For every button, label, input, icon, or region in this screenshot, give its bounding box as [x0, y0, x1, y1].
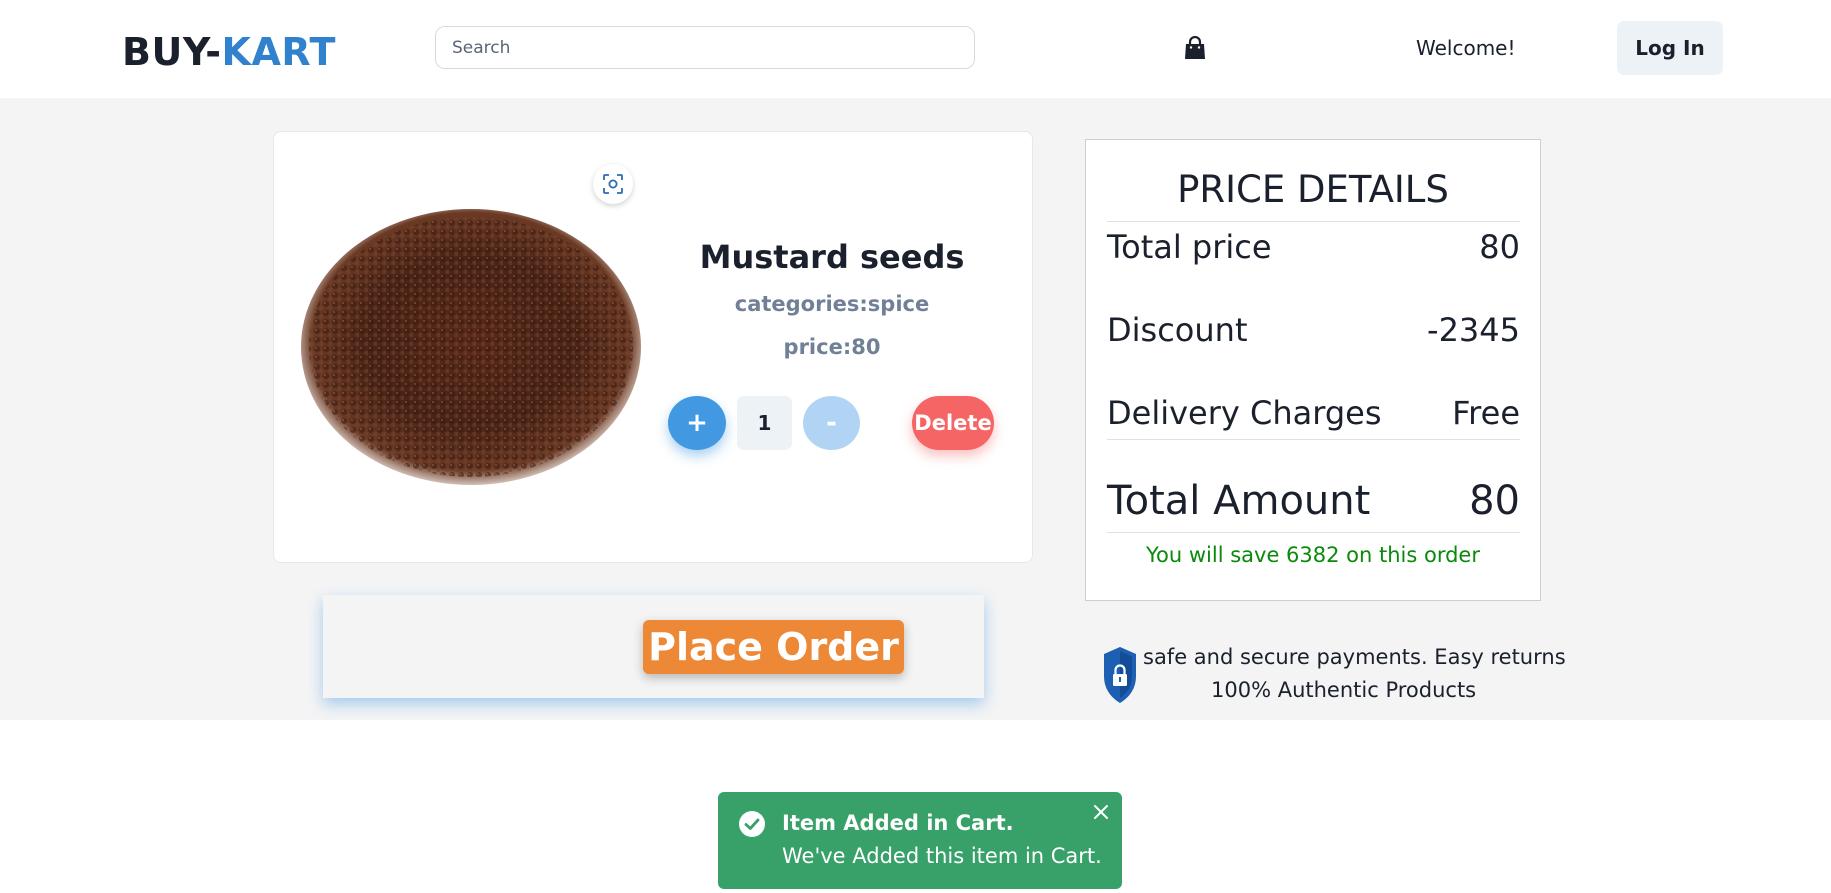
price-details-title: PRICE DETAILS — [1177, 168, 1449, 211]
delete-item-button[interactable]: Delete — [912, 396, 994, 450]
delivery-charges-label: Delivery Charges — [1107, 394, 1382, 432]
logo-kart: KART — [221, 30, 336, 74]
shield-lock-icon — [1104, 647, 1136, 703]
toast-notification — [718, 792, 1122, 889]
savings-message: You will save 6382 on this order — [1145, 543, 1480, 567]
product-price: price:80 — [783, 335, 881, 359]
place-order-button[interactable]: Place Order — [643, 620, 904, 674]
welcome-text: Welcome! — [1416, 36, 1516, 60]
discount-label: Discount — [1107, 311, 1248, 349]
image-scan-button[interactable] — [593, 164, 633, 204]
divider — [1107, 439, 1520, 440]
product-image — [301, 209, 641, 485]
search-input[interactable] — [435, 26, 975, 69]
decrease-quantity-button[interactable]: - — [803, 396, 860, 450]
delivery-charges-value: Free — [1452, 394, 1520, 432]
shopping-bag-icon[interactable] — [1184, 36, 1206, 60]
top-navbar: BUY-KART Welcome! Log In — [0, 0, 1831, 98]
total-price-label: Total price — [1107, 228, 1272, 266]
total-amount-value: 80 — [1469, 478, 1520, 524]
product-category: categories:spice — [734, 292, 930, 316]
secure-payments-text: safe and secure payments. Easy returns — [1143, 645, 1566, 669]
total-amount-label: Total Amount — [1107, 478, 1371, 524]
check-circle-icon — [739, 811, 765, 837]
logo-buy: BUY- — [122, 30, 222, 74]
close-icon[interactable] — [1093, 804, 1109, 820]
divider — [1107, 532, 1520, 533]
discount-value: -2345 — [1427, 311, 1520, 349]
increase-quantity-button[interactable]: + — [668, 396, 726, 450]
quantity-input[interactable] — [737, 396, 792, 450]
product-name: Mustard seeds — [699, 238, 965, 276]
login-button[interactable]: Log In — [1617, 21, 1723, 75]
toast-title: Item Added in Cart. — [782, 811, 1014, 835]
total-price-value: 80 — [1479, 228, 1520, 266]
brand-logo[interactable]: BUY-KART — [122, 30, 336, 74]
toast-description: We've Added this item in Cart. — [782, 844, 1102, 868]
image-scan-icon — [603, 174, 623, 194]
divider — [1107, 221, 1520, 222]
authentic-products-text: 100% Authentic Products — [1211, 678, 1477, 702]
